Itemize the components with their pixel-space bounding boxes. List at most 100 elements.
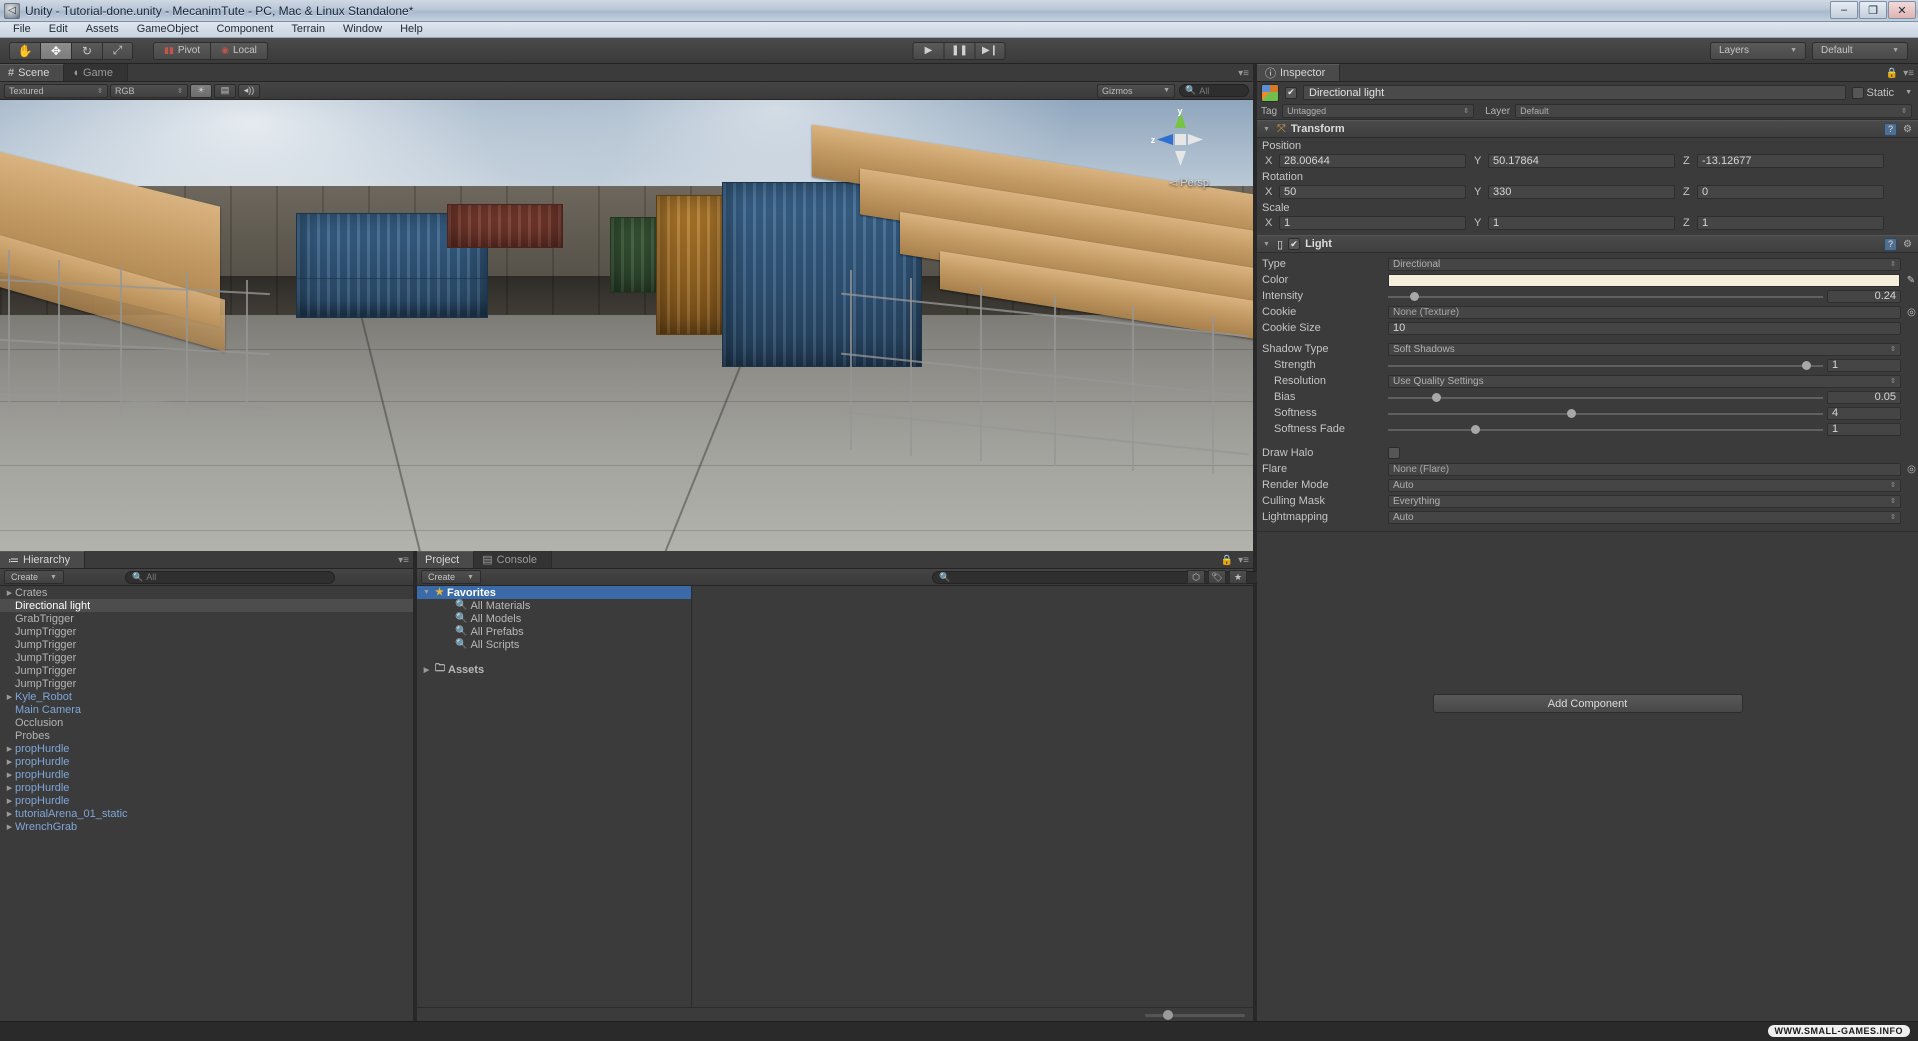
hamburger-icon[interactable]: ▾≡: [1238, 555, 1249, 566]
layout-dropdown[interactable]: Default ▼: [1812, 41, 1908, 60]
light-color-swatch[interactable]: [1388, 273, 1900, 287]
scene-search-input[interactable]: 🔍 All: [1179, 84, 1249, 97]
hierarchy-item-prophurdle[interactable]: ▶ propHurdle: [0, 742, 413, 755]
menu-component[interactable]: Component: [207, 22, 282, 37]
scale-x-field[interactable]: 1: [1279, 216, 1466, 230]
position-y-field[interactable]: 50.17864: [1488, 154, 1675, 168]
static-checkbox[interactable]: ✔: [1851, 86, 1864, 99]
menu-edit[interactable]: Edit: [40, 22, 77, 37]
expand-arrow-icon[interactable]: ▶: [4, 784, 15, 792]
filter-by-label-icon[interactable]: 🏷: [1208, 570, 1226, 584]
rotation-z-field[interactable]: 0: [1697, 185, 1884, 199]
eyedropper-icon[interactable]: ✎: [1904, 275, 1918, 286]
shadow-softness-fade-slider[interactable]: [1388, 423, 1823, 436]
menu-terrain[interactable]: Terrain: [282, 22, 334, 37]
shadow-softness-fade-field[interactable]: 1: [1827, 422, 1901, 436]
hierarchy-search-input[interactable]: 🔍 All: [125, 570, 335, 584]
shadow-bias-slider[interactable]: [1388, 391, 1823, 404]
sun-icon[interactable]: ☀: [190, 83, 212, 98]
move-tool-icon[interactable]: ✥: [40, 41, 71, 60]
hamburger-icon[interactable]: ▾≡: [1903, 68, 1914, 79]
tab-hierarchy[interactable]: ≔ Hierarchy: [0, 551, 86, 568]
gizmos-dropdown[interactable]: Gizmos ▼: [1097, 83, 1175, 98]
hamburger-icon[interactable]: ▾≡: [398, 555, 409, 566]
local-space-button[interactable]: ◉ Local: [210, 41, 268, 60]
scene-panel-menu[interactable]: ▾≡: [1238, 68, 1249, 79]
hierarchy-item-jumptrigger[interactable]: ▶JumpTrigger: [0, 638, 413, 651]
hierarchy-item-jumptrigger[interactable]: ▶JumpTrigger: [0, 677, 413, 690]
inspector-panel-controls[interactable]: 🔒 ▾≡: [1886, 68, 1914, 79]
menu-gameobject[interactable]: GameObject: [128, 22, 208, 37]
scene-viewport[interactable]: y z ◅ Persp: [0, 100, 1253, 551]
menu-file[interactable]: File: [4, 22, 40, 37]
hierarchy-panel-menu[interactable]: ▾≡: [398, 555, 409, 566]
hierarchy-item-prophurdle[interactable]: ▶ propHurdle: [0, 794, 413, 807]
rotation-x-field[interactable]: 50: [1279, 185, 1466, 199]
expand-arrow-icon[interactable]: ▶: [4, 693, 15, 701]
play-button[interactable]: ▶: [912, 41, 944, 60]
step-button[interactable]: ▶❙: [974, 41, 1006, 60]
project-item-assets[interactable]: ▶ 🗀 Assets: [417, 663, 691, 676]
project-item-all-models[interactable]: ▶🔍All Models: [417, 612, 691, 625]
expand-arrow-icon[interactable]: ▶: [4, 771, 15, 779]
hierarchy-item-prophurdle[interactable]: ▶ propHurdle: [0, 768, 413, 781]
hierarchy-item-jumptrigger[interactable]: ▶JumpTrigger: [0, 651, 413, 664]
project-create-button[interactable]: Create ▼: [421, 570, 481, 584]
hand-tool-icon[interactable]: ✋: [9, 41, 40, 60]
slider-knob[interactable]: [1566, 408, 1576, 418]
expand-arrow-icon[interactable]: ▶: [4, 758, 15, 766]
shadow-softness-field[interactable]: 4: [1827, 406, 1901, 420]
culling-mask-dropdown[interactable]: Everything ⇳: [1388, 494, 1901, 508]
lightmapping-dropdown[interactable]: Auto ⇳: [1388, 510, 1901, 524]
shadow-strength-field[interactable]: 1: [1827, 358, 1901, 372]
render-mode-dropdown[interactable]: RGB ⇳: [110, 83, 188, 98]
help-icon[interactable]: ?: [1884, 237, 1898, 251]
expand-arrow-icon[interactable]: ▶: [4, 810, 15, 818]
slider-knob[interactable]: [1410, 291, 1420, 301]
light-intensity-field[interactable]: 0.24: [1827, 289, 1901, 303]
hierarchy-item-jumptrigger[interactable]: ▶JumpTrigger: [0, 664, 413, 677]
light-cookie-field[interactable]: None (Texture): [1388, 305, 1901, 319]
transform-component-header[interactable]: ▼ ⤧ Transform ? ⚙: [1257, 120, 1918, 138]
pivot-mode-button[interactable]: ▮▮ Pivot: [153, 41, 211, 60]
position-x-field[interactable]: 28.00644: [1279, 154, 1466, 168]
chevron-down-icon[interactable]: ▼: [1905, 89, 1912, 96]
layer-dropdown[interactable]: Default ⇳: [1515, 104, 1912, 118]
lock-icon[interactable]: 🔒: [1886, 68, 1898, 79]
chevron-down-icon[interactable]: ▼: [1261, 126, 1272, 133]
close-button[interactable]: ✕: [1888, 1, 1916, 19]
expand-arrow-icon[interactable]: ▼: [421, 589, 432, 596]
tab-scene[interactable]: # Scene: [0, 64, 65, 81]
rotation-y-field[interactable]: 330: [1488, 185, 1675, 199]
light-type-dropdown[interactable]: Directional ⇳: [1388, 257, 1901, 271]
add-component-button[interactable]: Add Component: [1432, 694, 1743, 713]
slider-knob[interactable]: [1471, 424, 1480, 434]
hierarchy-item-probes[interactable]: ▶Probes: [0, 729, 413, 742]
hierarchy-item-jumptrigger[interactable]: ▶JumpTrigger: [0, 625, 413, 638]
filter-by-type-icon[interactable]: ⬡: [1187, 570, 1205, 584]
shadow-type-dropdown[interactable]: Soft Shadows ⇳: [1388, 342, 1901, 356]
chevron-down-icon[interactable]: ▼: [1261, 241, 1272, 248]
tab-console[interactable]: ▤ Console: [474, 551, 553, 568]
project-item-favorites[interactable]: ▼ ★ Favorites: [417, 586, 691, 599]
expand-arrow-icon[interactable]: ▶: [4, 745, 15, 753]
hierarchy-item-prophurdle[interactable]: ▶ propHurdle: [0, 781, 413, 794]
scene-axis-gizmo[interactable]: y z: [1149, 108, 1211, 170]
project-item-all-materials[interactable]: ▶🔍All Materials: [417, 599, 691, 612]
project-panel-controls[interactable]: 🔒 ▾≡: [1221, 555, 1249, 566]
gear-icon[interactable]: ⚙: [1903, 124, 1912, 135]
menu-assets[interactable]: Assets: [77, 22, 128, 37]
hierarchy-item-grabtrigger[interactable]: ▶GrabTrigger: [0, 612, 413, 625]
pause-button[interactable]: ❚❚: [943, 41, 975, 60]
hierarchy-item-crates[interactable]: ▶ Crates: [0, 586, 413, 599]
light-intensity-slider[interactable]: [1388, 290, 1823, 303]
object-picker-icon[interactable]: ◎: [1905, 464, 1918, 475]
shadow-resolution-dropdown[interactable]: Use Quality Settings ⇳: [1388, 374, 1901, 388]
scale-tool-icon[interactable]: ⤢: [102, 41, 133, 60]
tab-game[interactable]: ◖ Game: [64, 64, 128, 81]
scale-z-field[interactable]: 1: [1697, 216, 1884, 230]
menu-help[interactable]: Help: [391, 22, 432, 37]
hierarchy-item-main-camera[interactable]: ▶Main Camera: [0, 703, 413, 716]
slider-knob[interactable]: [1431, 392, 1441, 402]
project-tree[interactable]: ▼★Favorites▶🔍All Materials▶🔍All Models▶🔍…: [417, 586, 692, 1007]
